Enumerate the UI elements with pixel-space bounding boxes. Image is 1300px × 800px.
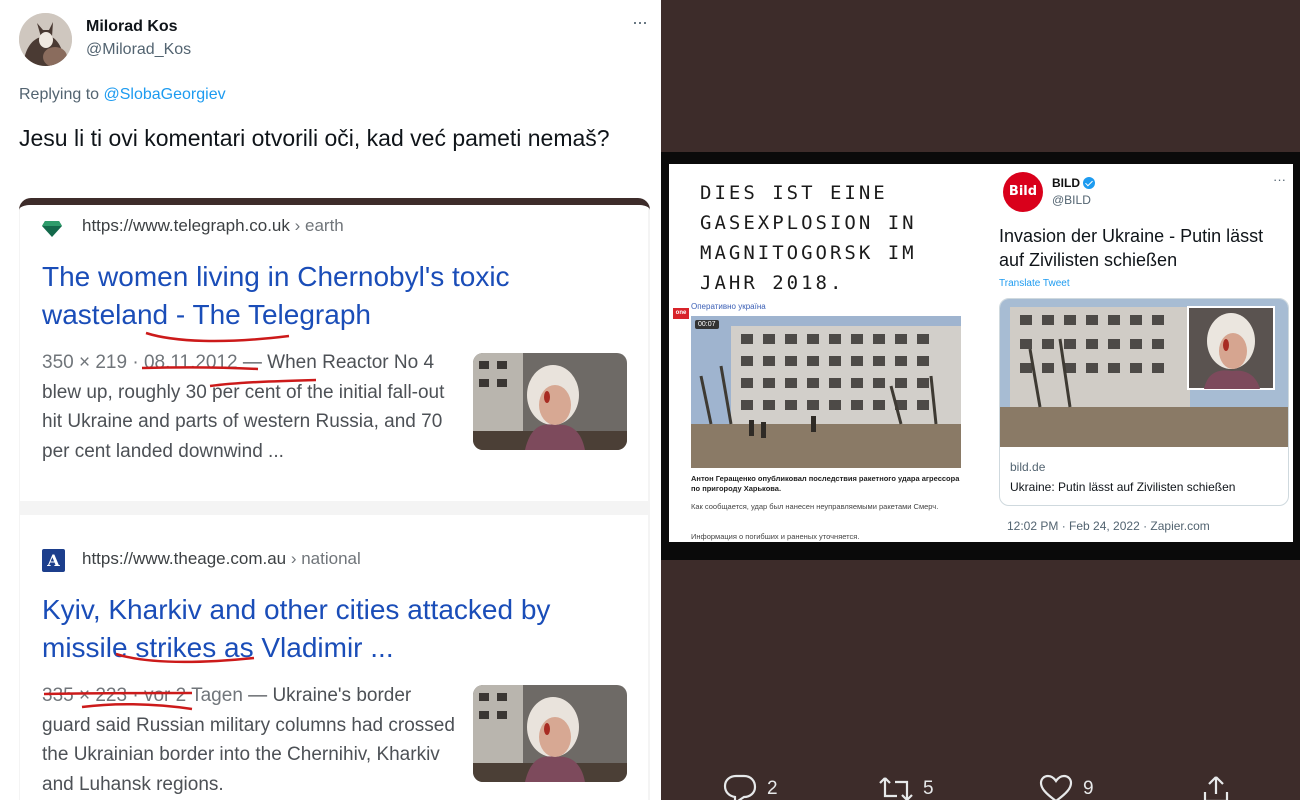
author-handle[interactable]: @Milorad_Kos	[86, 41, 191, 59]
result-site: https://www.telegraph.co.uk	[82, 216, 290, 235]
caption-text: DIES IST EINE GASEXPLOSION IN MAGNITOGOR…	[700, 182, 917, 294]
bild-link-domain: bild.de	[1010, 460, 1046, 474]
result-thumbnail[interactable]	[473, 353, 627, 450]
share-icon	[1203, 776, 1229, 800]
retweet-icon	[879, 777, 913, 800]
bild-timestamp: 12:02 PM · Feb 24, 2022 · Zapier.com	[1007, 519, 1210, 533]
avatar[interactable]	[19, 13, 72, 66]
result-crumb: › national	[286, 549, 361, 568]
bild-author-handle: @BILD	[1052, 193, 1091, 207]
ru-headline: Антон Геращенко опубликовал последствия …	[691, 474, 960, 493]
result-title[interactable]: Kyiv, Kharkiv and other cities attacked …	[42, 591, 612, 667]
media-viewer: DIES IST EINE GASEXPLOSION IN MAGNITOGOR…	[661, 0, 1300, 800]
result-title[interactable]: The women living in Chernobyl's toxic wa…	[42, 258, 612, 334]
bild-more-icon: ···	[1273, 172, 1286, 187]
bild-link-card: bild.de Ukraine: Putin lässt auf Zivilis…	[999, 298, 1289, 506]
search-result: https://www.telegraph.co.uk › earth The …	[20, 205, 648, 501]
tweet-image[interactable]: https://www.telegraph.co.uk › earth The …	[19, 198, 650, 800]
bild-link-title: Ukraine: Putin lässt auf Zivilisten schi…	[1010, 480, 1236, 494]
verified-badge-icon	[1083, 177, 1095, 189]
result-meta: 335 × 223 · vor 2 Tagen	[42, 685, 243, 706]
replying-to: Replying to @SlobaGeorgiev	[19, 86, 226, 104]
heart-icon	[1039, 774, 1073, 800]
replying-to-link[interactable]: @SlobaGeorgiev	[104, 86, 226, 103]
result-snippet: 335 × 223 · vor 2 Tagen — Ukraine's bord…	[42, 681, 462, 799]
result-url[interactable]: https://www.telegraph.co.uk › earth	[82, 216, 344, 236]
tweet-text: Jesu li ti ovi komentari otvorili oči, k…	[19, 125, 610, 151]
tv-timecode: 00:07	[695, 320, 719, 329]
more-options-icon[interactable]: ···	[632, 12, 648, 33]
ru-line-1: Как сообщается, удар был нанесен неуправ…	[691, 502, 939, 511]
reply-icon	[723, 774, 757, 800]
result-crumb: › earth	[289, 216, 344, 235]
reply-count: 2	[767, 778, 778, 799]
ru-line-2: Информация о погибших и раненых уточняет…	[691, 532, 860, 541]
like-count: 9	[1083, 778, 1094, 799]
author-name[interactable]: Milorad Kos	[86, 18, 178, 36]
result-site: https://www.theage.com.au	[82, 549, 287, 568]
bild-link-image	[1000, 299, 1288, 447]
media-image[interactable]: DIES IST EINE GASEXPLOSION IN MAGNITOGOR…	[661, 152, 1300, 560]
result-snippet: 350 × 219 · 08.11.2012 — When Reactor No…	[42, 348, 462, 466]
tv-photo: 00:07	[691, 316, 961, 468]
result-thumbnail[interactable]	[473, 685, 627, 782]
translate-tweet-link: Translate Tweet	[999, 278, 1070, 289]
retweet-button[interactable]: 5	[879, 777, 934, 800]
bild-author-name: BILD	[1052, 176, 1095, 190]
bild-tweet-text: Invasion der Ukraine - Putin lässt auf Z…	[999, 226, 1264, 270]
result-url[interactable]: https://www.theage.com.au › national	[82, 549, 361, 569]
search-result: A https://www.theage.com.au › national K…	[20, 515, 648, 800]
bild-logo: Bild	[1003, 172, 1043, 212]
like-button[interactable]: 9	[1039, 774, 1094, 800]
media-image-content: DIES IST EINE GASEXPLOSION IN MAGNITOGOR…	[669, 164, 1293, 542]
replying-prefix: Replying to	[19, 86, 100, 103]
telegraph-favicon-icon	[42, 221, 62, 237]
reply-button[interactable]: 2	[723, 774, 778, 800]
share-button[interactable]	[1201, 776, 1231, 800]
tv-channel-logo: one	[673, 308, 689, 319]
result-meta: 350 × 219 · 08.11.2012	[42, 352, 238, 373]
tv-channel-name: Оперативно україна	[691, 302, 766, 311]
tweet: Milorad Kos @Milorad_Kos ··· Replying to…	[0, 0, 660, 800]
retweet-count: 5	[923, 778, 934, 799]
theage-favicon-icon: A	[42, 549, 65, 572]
